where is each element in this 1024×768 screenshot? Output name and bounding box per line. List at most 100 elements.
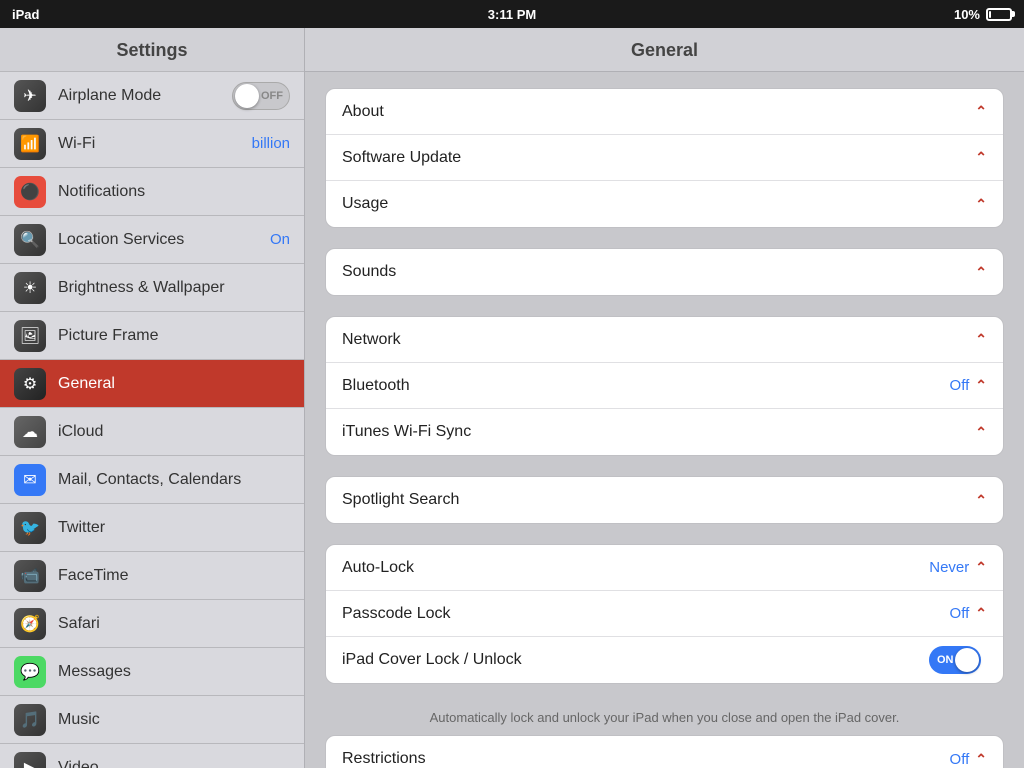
ipad-label: iPad [12, 7, 39, 22]
settings-row-about[interactable]: About⌃ [326, 89, 1003, 135]
battery-percent: 10% [954, 7, 980, 22]
settings-row-network[interactable]: Network⌃ [326, 317, 1003, 363]
safari-icon: 🧭 [14, 608, 46, 640]
sidebar-item-facetime[interactable]: 📹FaceTime [0, 552, 304, 600]
settings-row-software-update[interactable]: Software Update⌃ [326, 135, 1003, 181]
sidebar-item-messages[interactable]: 💬 Messages [0, 648, 304, 696]
passcode-lock-value: Off [950, 605, 970, 622]
status-bar: iPad 3:11 PM 10% [0, 0, 1024, 28]
video-icon: ▶ [14, 752, 46, 768]
wifi-label: Wi-Fi [58, 135, 252, 153]
right-panel: General About⌃Software Update⌃Usage⌃Soun… [305, 28, 1024, 768]
settings-row-restrictions[interactable]: RestrictionsOff⌃ [326, 736, 1003, 768]
network-chevron-icon: ⌃ [975, 331, 987, 348]
auto-lock-chevron-icon: ⌃ [975, 559, 987, 576]
battery-icon [986, 8, 1012, 21]
settings-row-itunes-wifi-sync[interactable]: iTunes Wi-Fi Sync⌃ [326, 409, 1003, 455]
picture-frame-icon: 🖼 [14, 320, 46, 352]
software-update-label: Software Update [342, 149, 975, 167]
settings-group-group6: RestrictionsOff⌃ [325, 735, 1004, 768]
icloud-label: iCloud [58, 423, 290, 441]
sidebar-item-general[interactable]: ⚙General [0, 360, 304, 408]
sounds-label: Sounds [342, 263, 975, 281]
cover-lock-description: Automatically lock and unlock your iPad … [325, 704, 1004, 735]
network-label: Network [342, 331, 975, 349]
messages-icon: 💬 [14, 656, 46, 688]
itunes-wifi-sync-label: iTunes Wi-Fi Sync [342, 423, 975, 441]
sounds-chevron-icon: ⌃ [975, 264, 987, 281]
settings-groups-container: About⌃Software Update⌃Usage⌃Sounds⌃Netwo… [325, 88, 1004, 768]
software-update-chevron-icon: ⌃ [975, 149, 987, 166]
brightness-icon: ☀ [14, 272, 46, 304]
airplane-mode-label: Airplane Mode [58, 87, 232, 105]
bluetooth-chevron-icon: ⌃ [975, 377, 987, 394]
usage-chevron-icon: ⌃ [975, 196, 987, 213]
sidebar-title: Settings [0, 28, 304, 72]
twitter-icon: 🐦 [14, 512, 46, 544]
about-chevron-icon: ⌃ [975, 103, 987, 120]
settings-row-passcode-lock[interactable]: Passcode LockOff ⌃ [326, 591, 1003, 637]
settings-row-bluetooth[interactable]: BluetoothOff ⌃ [326, 363, 1003, 409]
panel-title: General [305, 28, 1024, 72]
restrictions-label: Restrictions [342, 750, 950, 768]
passcode-lock-label: Passcode Lock [342, 605, 950, 623]
auto-lock-label: Auto-Lock [342, 559, 929, 577]
sidebar-items-container: ✈Airplane ModeOFF 📶 Wi-Fibillion ⚫ Notificat… [0, 72, 304, 768]
about-label: About [342, 103, 975, 121]
auto-lock-value: Never [929, 559, 969, 576]
music-icon: 🎵 [14, 704, 46, 736]
location-services-icon: 🔍 [14, 224, 46, 256]
sidebar-item-icloud[interactable]: ☁iCloud [0, 408, 304, 456]
sidebar-item-wifi[interactable]: 📶 Wi-Fibillion [0, 120, 304, 168]
clock: 3:11 PM [488, 7, 536, 22]
brightness-label: Brightness & Wallpaper [58, 279, 290, 297]
settings-row-sounds[interactable]: Sounds⌃ [326, 249, 1003, 295]
safari-label: Safari [58, 615, 290, 633]
itunes-wifi-sync-chevron-icon: ⌃ [975, 424, 987, 441]
ipad-cover-lock-toggle[interactable]: ON [929, 646, 981, 674]
notifications-label: Notifications [58, 183, 290, 201]
sidebar-item-video[interactable]: ▶Video [0, 744, 304, 768]
sidebar-item-music[interactable]: 🎵 Music [0, 696, 304, 744]
general-label: General [58, 375, 290, 393]
wifi-value: billion [252, 135, 290, 152]
mail-icon: ✉ [14, 464, 46, 496]
sidebar-item-brightness[interactable]: ☀ Brightness & Wallpaper [0, 264, 304, 312]
settings-row-usage[interactable]: Usage⌃ [326, 181, 1003, 227]
sidebar-item-twitter[interactable]: 🐦 Twitter [0, 504, 304, 552]
passcode-lock-chevron-icon: ⌃ [975, 605, 987, 622]
messages-label: Messages [58, 663, 290, 681]
sidebar-item-location-services[interactable]: 🔍 Location ServicesOn [0, 216, 304, 264]
spotlight-search-label: Spotlight Search [342, 491, 975, 509]
sidebar-item-mail[interactable]: ✉ Mail, Contacts, Calendars [0, 456, 304, 504]
facetime-icon: 📹 [14, 560, 46, 592]
ipad-cover-lock-label: iPad Cover Lock / Unlock [342, 651, 929, 669]
airplane-mode-toggle[interactable]: OFF [232, 82, 290, 110]
sidebar: Settings ✈Airplane ModeOFF 📶 Wi-Fibillion ⚫… [0, 28, 305, 768]
settings-row-spotlight-search[interactable]: Spotlight Search⌃ [326, 477, 1003, 523]
bluetooth-value: Off [950, 377, 970, 394]
notifications-icon: ⚫ [14, 176, 46, 208]
settings-row-ipad-cover-lock[interactable]: iPad Cover Lock / UnlockON [326, 637, 1003, 683]
music-label: Music [58, 711, 290, 729]
twitter-label: Twitter [58, 519, 290, 537]
settings-group-group1: About⌃Software Update⌃Usage⌃ [325, 88, 1004, 228]
sidebar-item-notifications[interactable]: ⚫ Notifications [0, 168, 304, 216]
settings-group-group4: Spotlight Search⌃ [325, 476, 1004, 524]
panel-content: About⌃Software Update⌃Usage⌃Sounds⌃Netwo… [305, 72, 1024, 768]
restrictions-chevron-icon: ⌃ [975, 751, 987, 768]
settings-group-group5: Auto-LockNever ⌃ Passcode LockOff ⌃ iPad Cov… [325, 544, 1004, 684]
bluetooth-label: Bluetooth [342, 377, 950, 395]
sidebar-item-safari[interactable]: 🧭 Safari [0, 600, 304, 648]
settings-row-auto-lock[interactable]: Auto-LockNever ⌃ [326, 545, 1003, 591]
mail-label: Mail, Contacts, Calendars [58, 471, 290, 489]
wifi-icon: 📶 [14, 128, 46, 160]
settings-group-group2: Sounds⌃ [325, 248, 1004, 296]
sidebar-item-airplane-mode[interactable]: ✈Airplane ModeOFF [0, 72, 304, 120]
picture-frame-label: Picture Frame [58, 327, 290, 345]
location-services-label: Location Services [58, 231, 270, 249]
location-services-value: On [270, 231, 290, 248]
settings-group-group3: Network⌃BluetoothOff⌃iTunes Wi-Fi Sync⌃ [325, 316, 1004, 456]
spotlight-search-chevron-icon: ⌃ [975, 492, 987, 509]
sidebar-item-picture-frame[interactable]: 🖼 Picture Frame [0, 312, 304, 360]
